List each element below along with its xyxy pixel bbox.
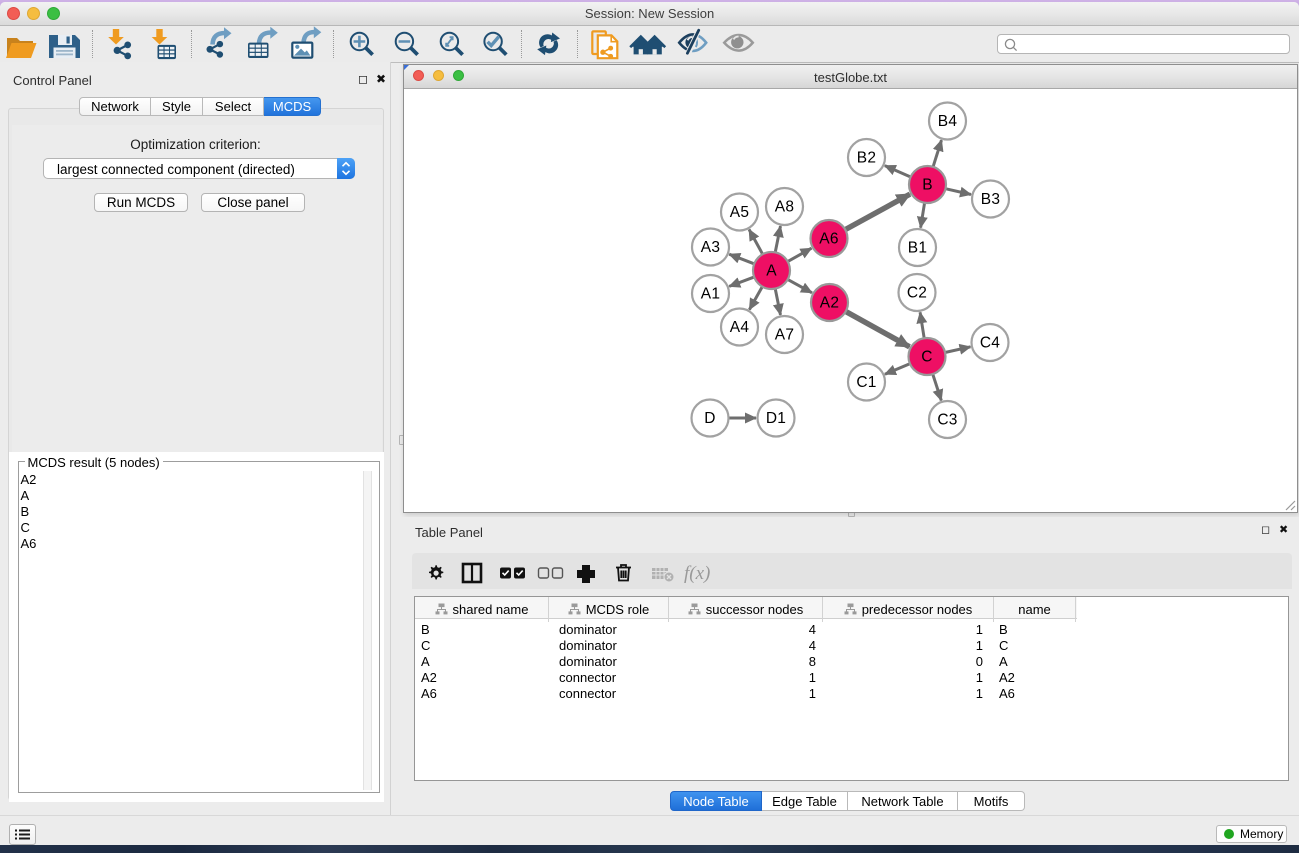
svg-text:A: A [766, 262, 777, 279]
svg-text:C4: C4 [980, 334, 1000, 351]
svg-text:A3: A3 [701, 239, 720, 256]
svg-text:B2: B2 [857, 149, 876, 166]
svg-text:C1: C1 [856, 374, 876, 391]
svg-text:A5: A5 [730, 204, 749, 221]
svg-text:C2: C2 [907, 284, 927, 301]
svg-text:A6: A6 [819, 230, 838, 247]
svg-text:C3: C3 [937, 411, 957, 428]
svg-text:A8: A8 [775, 198, 794, 215]
svg-text:D1: D1 [766, 410, 786, 427]
svg-text:A1: A1 [701, 285, 720, 302]
svg-text:C: C [921, 348, 932, 365]
svg-text:f(x): f(x) [684, 563, 710, 584]
svg-text:A4: A4 [730, 319, 750, 336]
svg-text:B1: B1 [908, 239, 927, 256]
svg-text:B3: B3 [981, 191, 1000, 208]
svg-text:B: B [922, 176, 933, 193]
svg-text:B4: B4 [938, 113, 958, 130]
svg-text:D: D [704, 410, 715, 427]
svg-text:A2: A2 [820, 294, 839, 311]
svg-text:A7: A7 [775, 326, 794, 343]
